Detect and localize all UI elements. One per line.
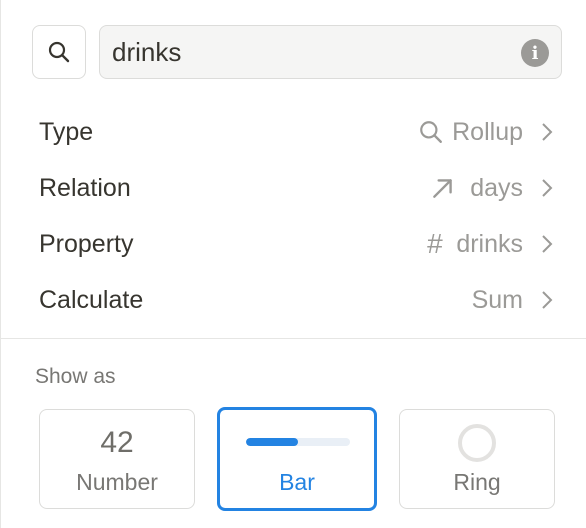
property-row-calculate[interactable]: Calculate Sum — [23, 276, 563, 324]
show-as-ring-option[interactable]: Ring — [399, 409, 555, 509]
property-row-property[interactable]: Property # drinks — [23, 220, 563, 268]
row-value-text: drinks — [456, 229, 523, 258]
property-name-input[interactable] — [100, 26, 502, 78]
row-value-text: Rollup — [452, 117, 523, 146]
option-caption: Bar — [279, 469, 315, 495]
row-value-text: days — [470, 173, 523, 202]
rollup-property-panel: i Type Rollup Relation days — [0, 0, 586, 528]
show-as-bar-option[interactable]: Bar — [217, 407, 377, 511]
property-name-field[interactable]: i — [99, 25, 562, 79]
row-value: days — [430, 174, 553, 203]
row-label: Property — [39, 229, 134, 258]
option-caption: Number — [76, 469, 158, 495]
number-preview: 42 — [100, 426, 134, 459]
property-row-type[interactable]: Type Rollup — [23, 108, 563, 156]
ring-icon — [458, 424, 496, 462]
option-caption: Ring — [453, 469, 501, 495]
chevron-right-icon — [542, 235, 553, 253]
chevron-right-icon — [542, 291, 553, 309]
row-value: # drinks — [427, 228, 553, 260]
chevron-right-icon — [542, 179, 553, 197]
bar-preview-fill — [246, 438, 298, 446]
bar-preview-track — [246, 438, 350, 446]
chevron-right-icon — [542, 123, 553, 141]
show-as-label: Show as — [35, 365, 116, 388]
row-label: Relation — [39, 173, 131, 202]
row-value-text: Sum — [471, 285, 523, 314]
info-icon[interactable]: i — [521, 39, 549, 67]
arrow-up-right-icon — [433, 179, 452, 198]
search-icon — [420, 121, 443, 143]
search-button[interactable] — [32, 25, 86, 79]
property-row-relation[interactable]: Relation days — [23, 164, 563, 212]
row-value: Rollup — [418, 118, 553, 147]
show-as-number-option[interactable]: 42 Number — [39, 409, 195, 509]
search-icon — [48, 41, 70, 63]
section-divider — [1, 338, 586, 339]
row-value: Sum — [472, 286, 553, 315]
row-label: Type — [39, 117, 94, 146]
row-label: Calculate — [39, 285, 144, 314]
hash-icon: # — [426, 228, 443, 259]
